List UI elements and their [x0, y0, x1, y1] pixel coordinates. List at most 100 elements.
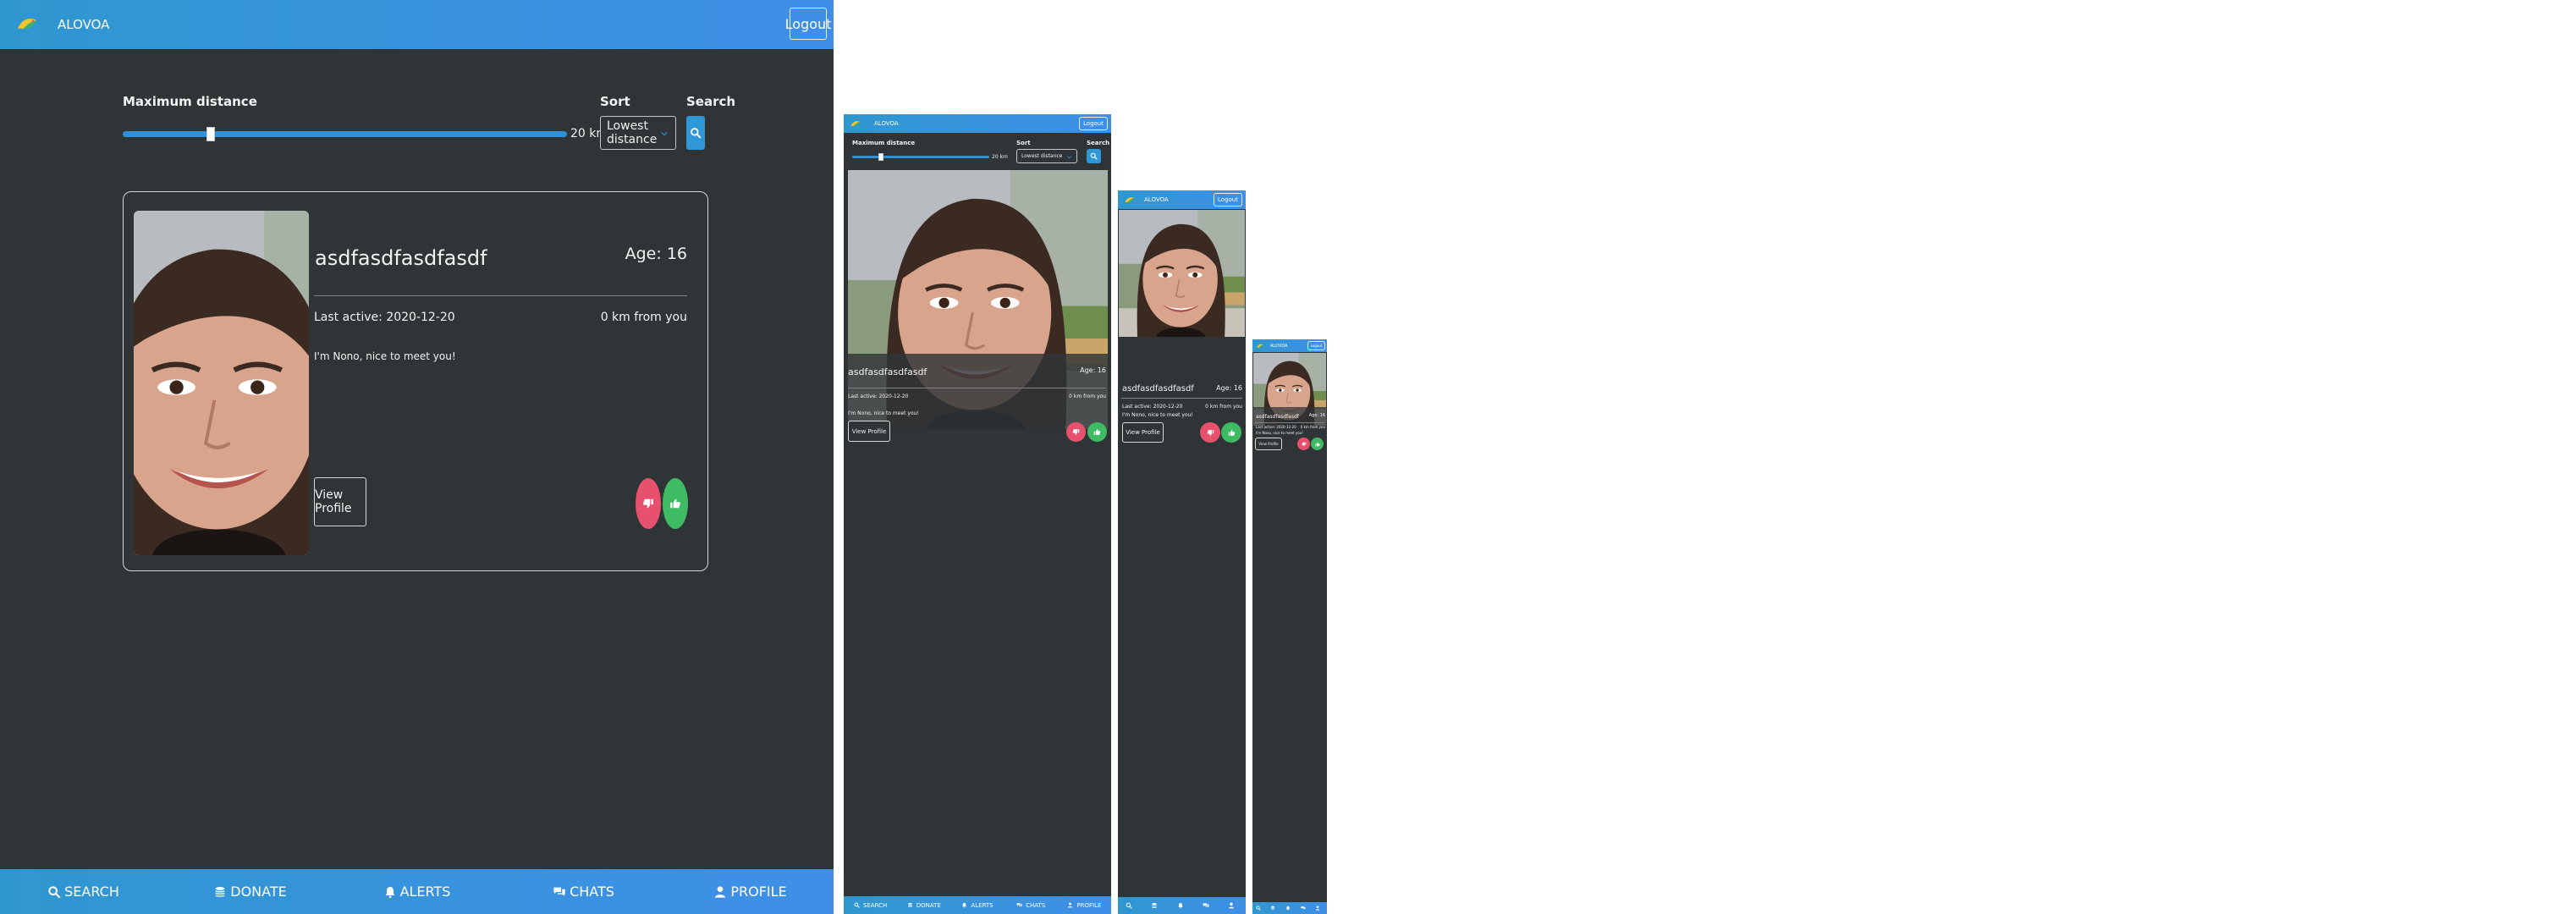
nav-alerts[interactable]	[1169, 902, 1194, 909]
alovoa-logo-icon[interactable]	[850, 119, 861, 129]
coins-icon	[213, 885, 227, 899]
dislike-button[interactable]	[1297, 438, 1310, 450]
like-button[interactable]	[663, 478, 688, 529]
bell-icon	[1177, 902, 1184, 909]
brand-name[interactable]: ALOVOA	[874, 120, 899, 127]
nav-donate[interactable]: DONATE	[897, 902, 950, 909]
dislike-button[interactable]	[636, 478, 661, 529]
sort-label: Sort	[1016, 140, 1031, 146]
bell-icon	[1285, 906, 1291, 911]
brand-name[interactable]: ALOVOA	[58, 17, 109, 32]
profile-bio: I'm Nono, nice to meet you!	[1256, 431, 1303, 435]
profile-distance: 0 km from you	[1300, 425, 1325, 429]
bell-icon	[961, 902, 967, 908]
nav-chats[interactable]	[1297, 906, 1313, 911]
nav-profile[interactable]: PROFILE	[1058, 902, 1111, 909]
tablet-viewport: ALOVOA Logout Maximum distance 20 km Sor…	[844, 114, 1111, 914]
nav-search-label: SEARCH	[862, 901, 888, 909]
profile-name: asdfasdfasdfasdf	[1122, 384, 1194, 394]
dislike-button[interactable]	[1200, 422, 1220, 443]
profile-photo[interactable]	[1119, 210, 1245, 337]
nav-profile-label: PROFILE	[1076, 901, 1102, 909]
profile-bio: I'm Nono, nice to meet you!	[848, 410, 919, 416]
search-label: Search	[1087, 140, 1110, 146]
bottom-navbar: SEARCH DONATE ALERTS CHATS PROFILE	[0, 869, 834, 914]
nav-chats[interactable]	[1195, 902, 1220, 909]
nav-search-label: SEARCH	[64, 884, 119, 900]
nav-alerts-label: ALERTS	[399, 884, 451, 900]
top-navbar: ALOVOA Logout	[1118, 190, 1246, 209]
top-navbar: ALOVOA Logout	[0, 0, 834, 49]
view-profile-button[interactable]: View Profile	[1122, 422, 1164, 443]
chevron-down-icon	[660, 129, 669, 138]
user-icon	[1067, 902, 1073, 908]
sort-select[interactable]: Lowest distance	[600, 116, 676, 150]
profile-name: asdfasdfasdfasdf	[1256, 414, 1299, 420]
like-button[interactable]	[1221, 422, 1241, 443]
logout-button[interactable]: Logout	[1079, 117, 1108, 130]
bottom-navbar: SEARCH DONATE ALERTS CHATS PROFILE	[844, 896, 1111, 914]
nav-chats[interactable]: CHATS	[1005, 902, 1058, 909]
thumbs-down-icon	[642, 498, 654, 509]
nav-alerts[interactable]: ALERTS	[333, 884, 500, 900]
search-button[interactable]	[1087, 149, 1101, 163]
brand-name[interactable]: ALOVOA	[1270, 344, 1287, 349]
profile-age: Age: 16	[625, 245, 687, 263]
last-active: Last active: 2020-12-20	[1256, 425, 1296, 429]
profile-age: Age: 16	[1080, 366, 1106, 374]
alovoa-logo-icon[interactable]	[1124, 195, 1136, 205]
distance-slider-thumb[interactable]	[206, 127, 215, 141]
profile-photo-image	[1119, 210, 1245, 337]
view-profile-button[interactable]: View Profile	[314, 477, 366, 526]
alovoa-logo-icon[interactable]	[1256, 343, 1264, 350]
nav-chats[interactable]: CHATS	[500, 884, 667, 900]
top-navbar: ALOVOA Logout	[1252, 339, 1327, 352]
profile-photo[interactable]	[134, 211, 309, 555]
small-mobile-viewport: ALOVOA Logout asdfasdfasdfasdf Age: 16 L…	[1252, 339, 1327, 914]
thumbs-down-icon	[1072, 428, 1080, 436]
logout-button[interactable]: Logout	[1214, 193, 1242, 206]
distance-label: Maximum distance	[123, 94, 257, 109]
nav-profile-label: PROFILE	[730, 884, 787, 900]
search-button[interactable]	[686, 116, 705, 150]
logout-button[interactable]: Logout	[785, 8, 831, 40]
distance-label: Maximum distance	[852, 140, 916, 146]
dislike-button[interactable]	[1066, 422, 1086, 442]
nav-donate[interactable]: DONATE	[167, 884, 333, 900]
nav-search[interactable]: SEARCH	[844, 902, 897, 909]
bottom-navbar	[1118, 897, 1246, 914]
nav-donate[interactable]	[1143, 902, 1169, 909]
bell-icon	[383, 885, 397, 899]
brand-name[interactable]: ALOVOA	[1144, 196, 1169, 203]
like-button[interactable]	[1087, 422, 1107, 442]
view-profile-button[interactable]: View Profile	[848, 421, 890, 442]
nav-profile[interactable]: PROFILE	[667, 884, 834, 900]
profile-overlay	[848, 354, 1108, 429]
nav-profile[interactable]	[1220, 902, 1246, 909]
distance-slider-track[interactable]	[852, 156, 989, 158]
nav-profile[interactable]	[1312, 906, 1327, 911]
nav-chats-label: CHATS	[570, 884, 614, 900]
nav-search[interactable]	[1118, 902, 1143, 909]
user-icon	[713, 885, 727, 899]
nav-search[interactable]: SEARCH	[0, 884, 167, 900]
distance-value: 20 km	[992, 154, 1008, 160]
distance-slider-track[interactable]	[123, 131, 567, 137]
profile-photo-image	[134, 211, 309, 555]
sort-select[interactable]: Lowest distance	[1016, 149, 1077, 163]
search-icon	[1090, 152, 1098, 160]
search-label: Search	[686, 94, 736, 109]
alovoa-logo-icon[interactable]	[15, 15, 39, 34]
nav-search[interactable]	[1252, 906, 1268, 911]
logout-button[interactable]: Logout	[1307, 341, 1325, 350]
like-button[interactable]	[1311, 438, 1324, 450]
user-icon	[1228, 902, 1235, 909]
nav-alerts[interactable]: ALERTS	[950, 902, 1004, 909]
comments-icon	[1301, 906, 1306, 911]
nav-alerts[interactable]	[1282, 906, 1297, 911]
nav-donate[interactable]	[1268, 906, 1283, 911]
nav-donate-label: DONATE	[916, 901, 941, 909]
distance-slider-thumb[interactable]	[878, 153, 883, 161]
last-active: Last active: 2020-12-20	[848, 394, 909, 399]
view-profile-button[interactable]: View Profile	[1255, 438, 1282, 450]
